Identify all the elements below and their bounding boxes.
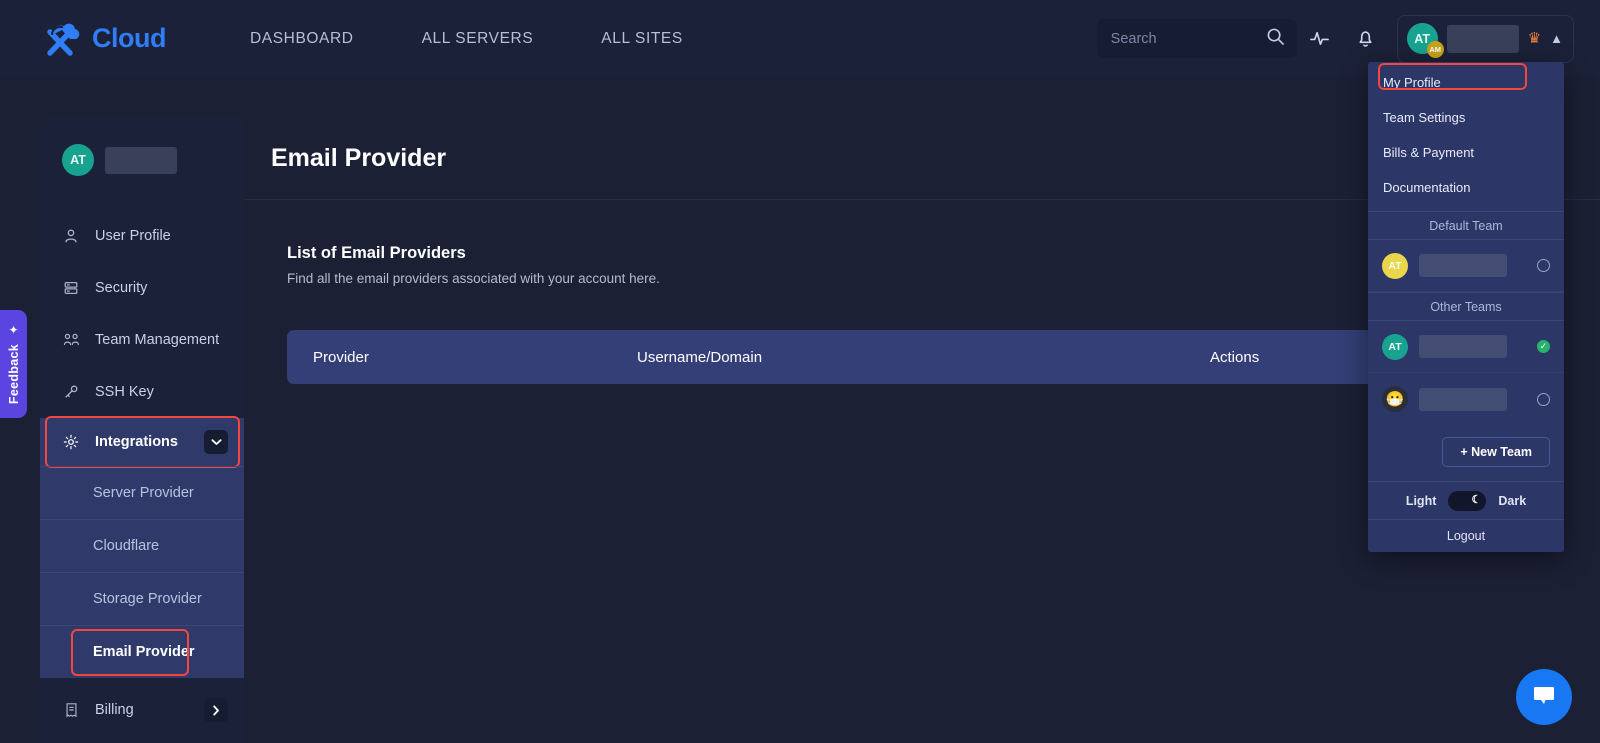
search-input[interactable]: Search: [1097, 19, 1297, 58]
logout-button[interactable]: Logout: [1368, 519, 1564, 552]
security-server-icon: [62, 280, 80, 296]
crown-icon: ♛: [1528, 31, 1541, 46]
sidebar-item-label: User Profile: [95, 228, 171, 244]
dropdown-item-label: Bills & Payment: [1383, 145, 1474, 160]
dropdown-item-label: Documentation: [1383, 180, 1470, 195]
chat-bubble-icon: [1531, 683, 1557, 712]
team-avatar: AT: [1382, 253, 1408, 279]
activity-pulse-icon[interactable]: [1297, 16, 1343, 62]
nav-link-all-sites[interactable]: ALL SITES: [567, 30, 717, 48]
column-header-provider: Provider: [287, 349, 637, 366]
profile-dropdown-menu: My Profile Team Settings Bills & Payment…: [1368, 62, 1564, 552]
chevron-up-icon[interactable]: ▲: [1550, 31, 1563, 46]
integrations-submenu: Server Provider Cloudflare Storage Provi…: [40, 466, 244, 678]
dropdown-item-bills-payment[interactable]: Bills & Payment: [1368, 138, 1564, 167]
moon-icon: ☾: [1472, 495, 1482, 506]
sidebar-item-label: Integrations: [95, 434, 178, 450]
search-placeholder: Search: [1111, 31, 1157, 47]
avatar-initials: AT: [1414, 32, 1430, 46]
team-avatar-initials: AT: [1388, 260, 1401, 272]
feedback-label: Feedback: [7, 344, 21, 404]
sidebar-nav-list: User Profile Security: [40, 210, 244, 736]
brand-name: Cloud: [92, 23, 166, 54]
user-name-redacted: [1447, 25, 1519, 53]
sidebar-subitem-label: Server Provider: [93, 485, 194, 501]
sidebar-subitem-email-provider[interactable]: Email Provider: [40, 625, 244, 678]
invoice-icon: [62, 702, 80, 718]
sidebar-item-label: Security: [95, 280, 147, 296]
settings-sidebar: AT User Profile Security: [40, 117, 244, 743]
search-icon[interactable]: [1266, 27, 1285, 51]
sidebar-subitem-label: Email Provider: [93, 644, 195, 660]
team-avatar-photo: 😷: [1382, 386, 1408, 412]
dropdown-item-label: My Profile: [1383, 75, 1441, 90]
sidebar-subitem-label: Cloudflare: [93, 538, 159, 554]
table-header-row: Provider Username/Domain Actions: [287, 330, 1557, 384]
sidebar-item-integrations[interactable]: Integrations: [40, 418, 244, 466]
top-navigation-bar: Cloud DASHBOARD ALL SERVERS ALL SITES Se…: [0, 0, 1600, 77]
sidebar-avatar: AT: [62, 144, 94, 176]
avatar-badge: AM: [1427, 41, 1444, 58]
dropdown-item-label: Team Settings: [1383, 110, 1465, 125]
app-root: Cloud DASHBOARD ALL SERVERS ALL SITES Se…: [0, 0, 1600, 743]
column-header-username-domain: Username/Domain: [637, 349, 1210, 366]
key-icon: [62, 384, 80, 400]
gear-icon: [62, 434, 80, 450]
user-menu-chip[interactable]: AT AM ♛ ▲: [1397, 15, 1574, 63]
dropdown-item-my-profile[interactable]: My Profile: [1368, 68, 1564, 97]
sidebar-subitem-label: Storage Provider: [93, 591, 202, 607]
nav-link-all-servers[interactable]: ALL SERVERS: [388, 30, 568, 48]
team-name-redacted: [1419, 388, 1507, 411]
chat-bubble-button[interactable]: [1516, 669, 1572, 725]
sidebar-profile[interactable]: AT: [40, 117, 244, 176]
other-teams-header: Other Teams: [1368, 292, 1564, 321]
column-header-actions: Actions: [1210, 349, 1259, 366]
bell-icon[interactable]: [1343, 16, 1389, 62]
team-avatar-initials: AT: [1388, 341, 1401, 353]
team-people-icon: [62, 332, 80, 348]
theme-light-label: Light: [1406, 494, 1437, 508]
new-team-button[interactable]: + New Team: [1442, 437, 1550, 467]
sparkles-icon: ✦: [8, 323, 18, 337]
sidebar-subitem-cloudflare[interactable]: Cloudflare: [40, 519, 244, 572]
sidebar-item-label: Team Management: [95, 332, 219, 348]
sidebar-item-ssh-key[interactable]: SSH Key: [40, 366, 244, 418]
page-title: Email Provider: [271, 144, 446, 173]
cloud-x-logo-icon: [40, 19, 84, 59]
theme-toggle[interactable]: ☾: [1448, 491, 1486, 511]
nav-link-dashboard[interactable]: DASHBOARD: [250, 30, 388, 48]
sidebar-subitem-server-provider[interactable]: Server Provider: [40, 466, 244, 519]
team-name-redacted: [1419, 254, 1507, 277]
theme-dark-label: Dark: [1498, 494, 1526, 508]
chevron-right-icon[interactable]: [204, 698, 228, 722]
dropdown-item-documentation[interactable]: Documentation: [1368, 173, 1564, 202]
user-icon: [62, 228, 80, 244]
theme-toggle-row: Light ☾ Dark: [1368, 481, 1564, 519]
team-radio-selected[interactable]: ✓: [1537, 340, 1550, 353]
new-team-row: + New Team: [1368, 425, 1564, 481]
sidebar-item-label: SSH Key: [95, 384, 154, 400]
team-name-redacted: [1419, 335, 1507, 358]
team-row-other-1[interactable]: AT ✓: [1368, 321, 1564, 373]
team-radio-unselected[interactable]: [1537, 259, 1550, 272]
sidebar-item-label: Billing: [95, 702, 134, 718]
feedback-tab[interactable]: Feedback ✦: [0, 310, 27, 418]
sidebar-item-security[interactable]: Security: [40, 262, 244, 314]
primary-nav: DASHBOARD ALL SERVERS ALL SITES: [250, 30, 717, 48]
dropdown-item-team-settings[interactable]: Team Settings: [1368, 103, 1564, 132]
providers-table: Provider Username/Domain Actions: [287, 330, 1557, 384]
team-row-default[interactable]: AT: [1368, 240, 1564, 292]
team-row-other-2[interactable]: 😷: [1368, 373, 1564, 425]
sidebar-item-billing[interactable]: Billing: [40, 684, 244, 736]
avatar: AT AM: [1407, 23, 1438, 54]
brand-logo[interactable]: Cloud: [40, 19, 166, 59]
sidebar-subitem-storage-provider[interactable]: Storage Provider: [40, 572, 244, 625]
team-radio-unselected[interactable]: [1537, 393, 1550, 406]
sidebar-user-name-redacted: [105, 147, 177, 174]
sidebar-item-user-profile[interactable]: User Profile: [40, 210, 244, 262]
team-avatar: AT: [1382, 334, 1408, 360]
default-team-header: Default Team: [1368, 211, 1564, 240]
chevron-down-icon[interactable]: [204, 430, 228, 454]
sidebar-item-team-management[interactable]: Team Management: [40, 314, 244, 366]
